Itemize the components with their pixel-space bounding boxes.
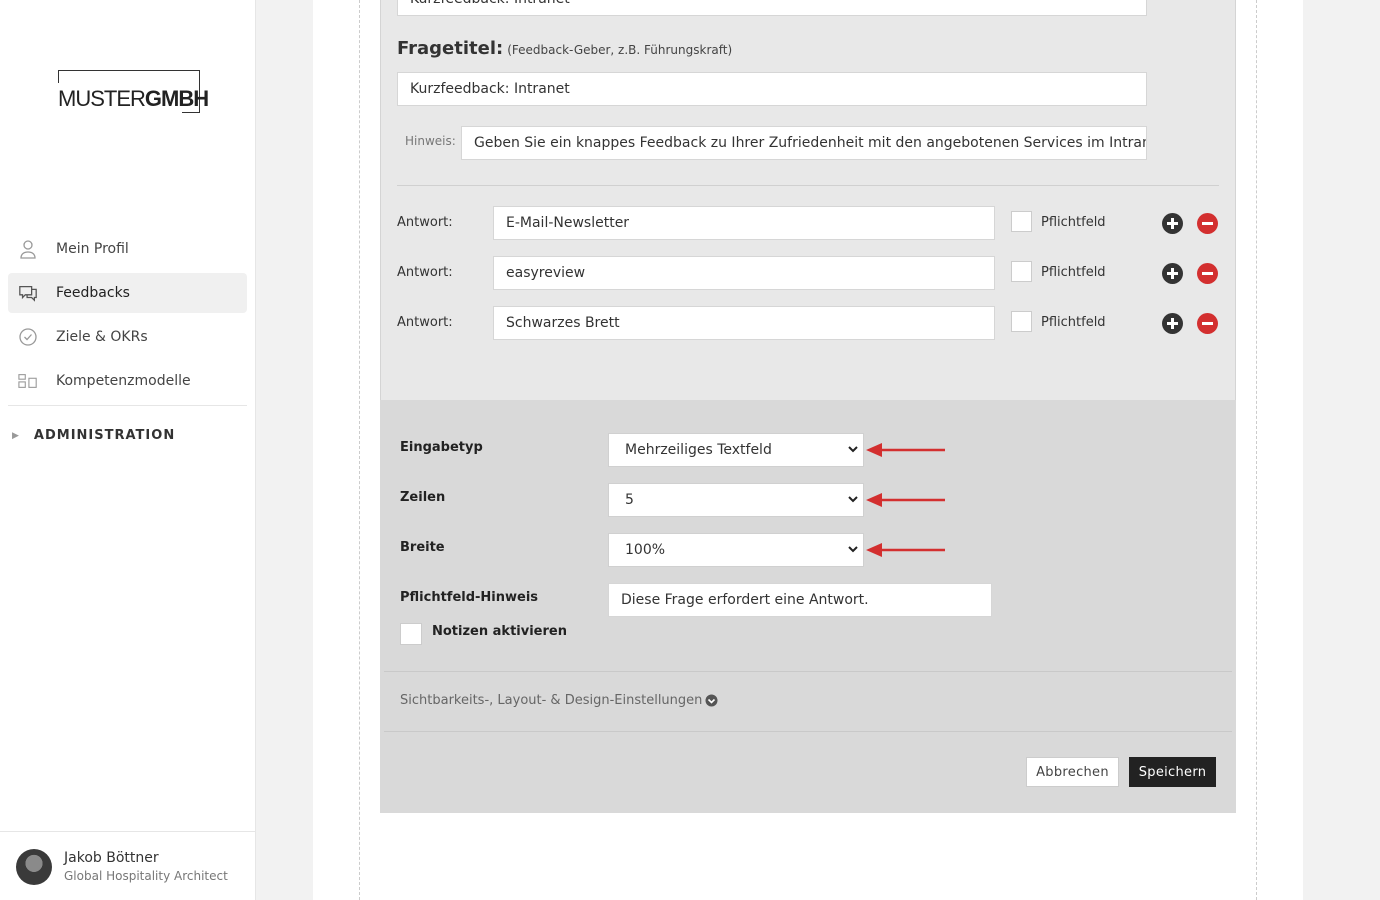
answer-input[interactable]: Schwarzes Brett [493, 306, 995, 340]
user-icon [18, 239, 38, 259]
chevron-down-icon [848, 446, 858, 453]
sidebar-nav: Mein Profil Feedbacks Ziele & OKRs Kompe… [8, 229, 247, 406]
sidebar-item-mein-profil[interactable]: Mein Profil [8, 229, 247, 269]
check-circle-icon [18, 327, 38, 347]
required-checkbox[interactable] [1011, 261, 1032, 282]
sidebar-item-ziele-okrs[interactable]: Ziele & OKRs [8, 317, 247, 357]
sidebar-item-label: Mein Profil [56, 241, 129, 257]
required-checkbox[interactable] [1011, 211, 1032, 232]
zeilen-value: 5 [625, 492, 634, 508]
sidebar-item-label: Feedbacks [56, 285, 130, 301]
nav-divider [8, 405, 247, 406]
breite-label: Breite [400, 540, 445, 555]
remove-answer-icon[interactable] [1197, 313, 1218, 334]
fragetitel-hint: (Feedback-Geber, z.B. Führungskraft) [507, 43, 733, 57]
notizen-checkbox[interactable] [400, 623, 422, 645]
fragetitel-heading: Fragetitel: (Feedback-Geber, z.B. Führung… [397, 38, 732, 59]
logo-part1: MUSTER [58, 86, 146, 111]
question-title-field[interactable]: Kurzfeedback: Intranet [397, 0, 1147, 16]
sidebar-item-feedbacks[interactable]: Feedbacks [8, 273, 247, 313]
add-answer-icon[interactable] [1162, 313, 1183, 334]
zeilen-select[interactable]: 5 [608, 483, 864, 517]
pflichtfeld-hinweis-label: Pflichtfeld-Hinweis [400, 590, 539, 605]
breite-value: 100% [625, 542, 666, 558]
remove-answer-icon[interactable] [1197, 213, 1218, 234]
chat-bubbles-icon [18, 283, 38, 303]
sidebar-item-administration[interactable]: ▶ ADMINISTRATION [12, 428, 175, 443]
hinweis-input[interactable]: Geben Sie ein knappes Feedback zu Ihrer … [461, 126, 1147, 160]
logo-text: MUSTERGMBH [58, 86, 209, 112]
user-profile[interactable]: Jakob Böttner Global Hospitality Archite… [0, 831, 256, 900]
zeilen-label: Zeilen [400, 490, 446, 505]
add-answer-icon[interactable] [1162, 263, 1183, 284]
add-answer-icon[interactable] [1162, 213, 1183, 234]
sidebar-item-kompetenzmodelle[interactable]: Kompetenzmodelle [8, 361, 247, 401]
pflichtfeld-hinweis-input[interactable]: Diese Frage erfordert eine Antwort. [608, 583, 992, 617]
chevron-down-icon [848, 496, 858, 503]
breite-select[interactable]: 100% [608, 533, 864, 567]
chevron-circle-down-icon [705, 694, 718, 707]
caret-right-icon: ▶ [12, 430, 20, 441]
blocks-icon [18, 371, 38, 391]
design-settings-label: Sichtbarkeits-, Layout- & Design-Einstel… [400, 693, 703, 708]
user-role: Global Hospitality Architect [64, 869, 228, 883]
sidebar-item-label: Ziele & OKRs [56, 329, 148, 345]
logo-part2: GMBH [144, 86, 209, 111]
required-label: Pflichtfeld [1041, 215, 1106, 230]
fragetitel-input[interactable]: Kurzfeedback: Intranet [397, 72, 1147, 106]
company-logo[interactable]: MUSTERGMBH [58, 70, 209, 113]
answer-label: Antwort: [397, 315, 453, 330]
design-settings-link[interactable]: Sichtbarkeits-, Layout- & Design-Einstel… [400, 693, 718, 708]
answer-input[interactable]: easyreview [493, 256, 995, 290]
user-name: Jakob Böttner [64, 850, 159, 866]
eingabetyp-label: Eingabetyp [400, 440, 483, 455]
notizen-label: Notizen aktivieren [432, 624, 567, 639]
required-label: Pflichtfeld [1041, 265, 1106, 280]
chevron-down-icon [848, 546, 858, 553]
sidebar: MUSTERGMBH Mein Profil Feedbacks Ziele &… [0, 0, 256, 900]
cancel-button[interactable]: Abbrechen [1026, 757, 1119, 787]
avatar [16, 849, 52, 885]
section-divider [397, 185, 1219, 186]
answer-input[interactable]: E-Mail-Newsletter [493, 206, 995, 240]
fragetitel-label: Fragetitel: [397, 38, 504, 59]
hinweis-label: Hinweis: [405, 134, 456, 148]
settings-divider [384, 731, 1232, 732]
eingabetyp-value: Mehrzeiliges Textfeld [625, 442, 772, 458]
required-label: Pflichtfeld [1041, 315, 1106, 330]
question-edit-panel [380, 0, 1236, 400]
arrow-left-icon [866, 493, 945, 507]
answer-label: Antwort: [397, 215, 453, 230]
settings-divider [384, 671, 1232, 672]
save-button[interactable]: Speichern [1129, 757, 1216, 787]
remove-answer-icon[interactable] [1197, 263, 1218, 284]
admin-label: ADMINISTRATION [33, 428, 176, 443]
arrow-left-icon [866, 543, 945, 557]
answer-label: Antwort: [397, 265, 453, 280]
sidebar-item-label: Kompetenzmodelle [56, 373, 191, 389]
eingabetyp-select[interactable]: Mehrzeiliges Textfeld [608, 433, 864, 467]
arrow-left-icon [866, 443, 945, 457]
required-checkbox[interactable] [1011, 311, 1032, 332]
